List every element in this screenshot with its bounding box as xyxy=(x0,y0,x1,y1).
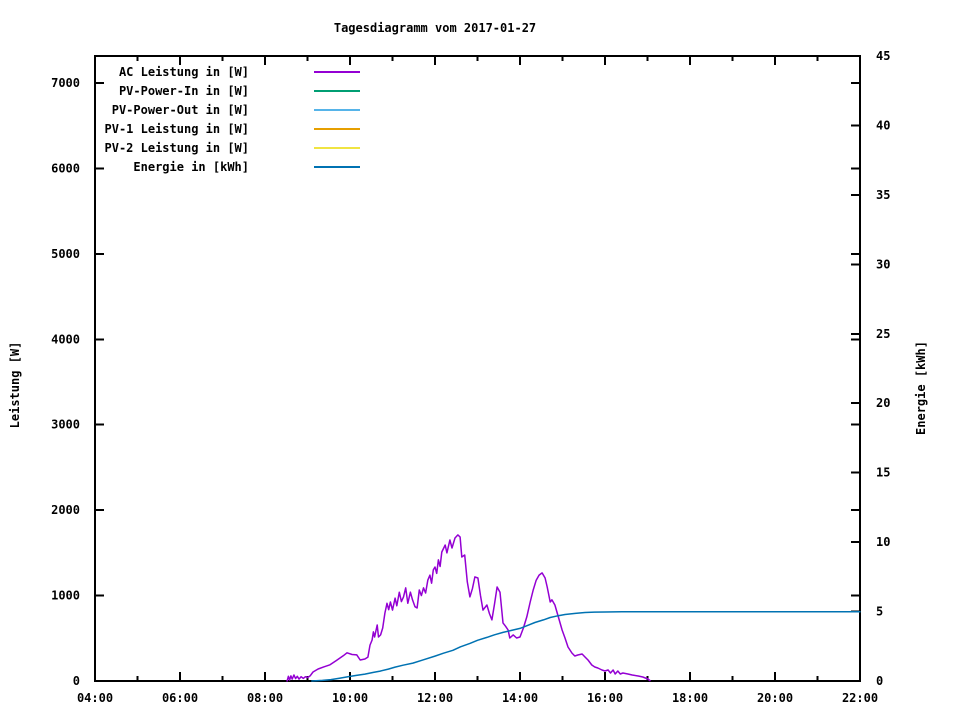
y-right-tick-label: 20 xyxy=(876,396,890,410)
x-tick-label: 06:00 xyxy=(162,691,198,705)
x-tick-label: 08:00 xyxy=(247,691,283,705)
x-tick-label: 04:00 xyxy=(77,691,113,705)
legend-label-pv-power-in-in-w: PV-Power-In in [W] xyxy=(119,84,249,98)
y-left-tick-label: 2000 xyxy=(51,503,80,517)
y-left-tick-label: 4000 xyxy=(51,332,80,346)
y-right-tick-label: 5 xyxy=(876,605,883,619)
series-line-ac-leistung-in-w xyxy=(286,534,651,682)
legend-label-pv-2-leistung-in-w: PV-2 Leistung in [W] xyxy=(105,141,250,155)
y-right-tick-label: 40 xyxy=(876,118,890,132)
series-line-energie-in-kwh xyxy=(311,611,861,682)
x-tick-label: 14:00 xyxy=(502,691,538,705)
chart-canvas: Tagesdiagramm vom 2017-01-27 Leistung [W… xyxy=(0,0,960,720)
legend-label-ac-leistung-in-w: AC Leistung in [W] xyxy=(119,65,249,79)
legend-label-pv-power-out-in-w: PV-Power-Out in [W] xyxy=(112,103,249,117)
y-right-tick-label: 30 xyxy=(876,257,890,271)
x-tick-label: 16:00 xyxy=(587,691,623,705)
y-left-tick-label: 7000 xyxy=(51,76,80,90)
y-left-tick-label: 5000 xyxy=(51,247,80,261)
y-left-tick-label: 0 xyxy=(73,674,80,688)
x-tick-label: 22:00 xyxy=(842,691,878,705)
plot-area: 04:00 06:00 08:00 10:00 12:00 14:00 16:00 18:00… xyxy=(51,49,890,705)
y-right-tick-label: 45 xyxy=(876,49,890,63)
legend-label-pv-1-leistung-in-w: PV-1 Leistung in [W] xyxy=(105,122,250,136)
y-right-tick-label: 35 xyxy=(876,188,890,202)
x-tick-label: 18:00 xyxy=(672,691,708,705)
y-right-tick-label: 0 xyxy=(876,674,883,688)
y-left-tick-label: 3000 xyxy=(51,418,80,432)
y-right-tick-label: 10 xyxy=(876,535,890,549)
y-right-tick-label: 15 xyxy=(876,466,890,480)
x-tick-label: 10:00 xyxy=(332,691,368,705)
x-tick-label: 20:00 xyxy=(757,691,793,705)
x-tick-label: 12:00 xyxy=(417,691,453,705)
y-left-tick-label: 1000 xyxy=(51,589,80,603)
y-left-tick-label: 6000 xyxy=(51,161,80,175)
legend-label-energie-in-kwh: Energie in [kWh] xyxy=(133,160,249,174)
y-right-tick-label: 25 xyxy=(876,327,890,341)
